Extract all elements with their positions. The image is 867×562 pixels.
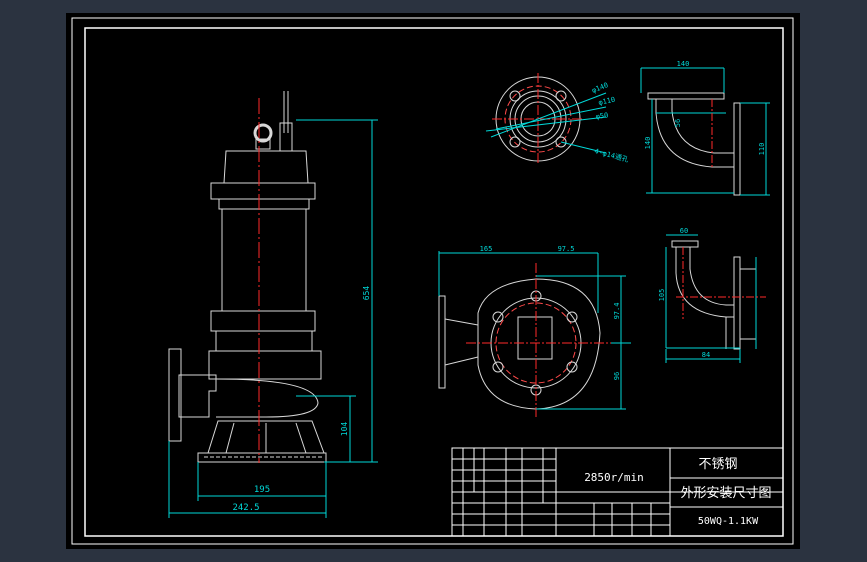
model-text: 50WQ-1.1KW	[698, 516, 759, 527]
cad-drawing: 654 104 195 242.5 φ140 φ110 φ50 4-φ14通孔	[71, 17, 794, 545]
small-elbow-view	[665, 234, 766, 363]
dim-elbow-side: 110	[758, 143, 766, 156]
dim-flange-d1: φ140	[591, 81, 610, 95]
dim-small-bottom: 84	[702, 351, 710, 359]
dim-elbow-top: 140	[677, 60, 690, 68]
pump-dims	[168, 119, 378, 518]
dim-overall-width: 242.5	[232, 503, 259, 513]
dim-flange-d2: φ110	[598, 96, 616, 107]
flange-view	[485, 73, 607, 165]
dim-elbow-h: 140	[644, 137, 652, 150]
dim-elbow-r: 56	[674, 119, 682, 127]
dim-lower-height: 104	[340, 422, 349, 437]
volute-plan-view	[438, 251, 631, 418]
dim-base-width: 195	[254, 485, 270, 495]
dim-offset-a: 97.5	[558, 245, 575, 253]
material-text: 不锈钢	[698, 457, 737, 472]
elbow-view	[640, 67, 770, 196]
inner-frame	[84, 27, 784, 537]
dim-small-h: 105	[658, 289, 666, 302]
dim-side-h: 96	[613, 372, 621, 380]
dim-offset-b: 97.4	[613, 303, 621, 320]
dim-top-width: 165	[480, 245, 493, 253]
drawing-title-text: 外形安装尺寸图	[680, 486, 771, 501]
pump-front-view	[168, 91, 327, 463]
drawing-canvas: 654 104 195 242.5 φ140 φ110 φ50 4-φ14通孔	[66, 13, 800, 549]
speed-text: 2850r/min	[584, 471, 644, 484]
dim-overall-height: 654	[362, 286, 371, 301]
dim-flange-holes: 4-φ14通孔	[593, 146, 629, 164]
dim-flange-d3: φ50	[595, 111, 609, 121]
dim-small-top: 60	[680, 227, 688, 235]
outer-frame	[71, 17, 794, 545]
